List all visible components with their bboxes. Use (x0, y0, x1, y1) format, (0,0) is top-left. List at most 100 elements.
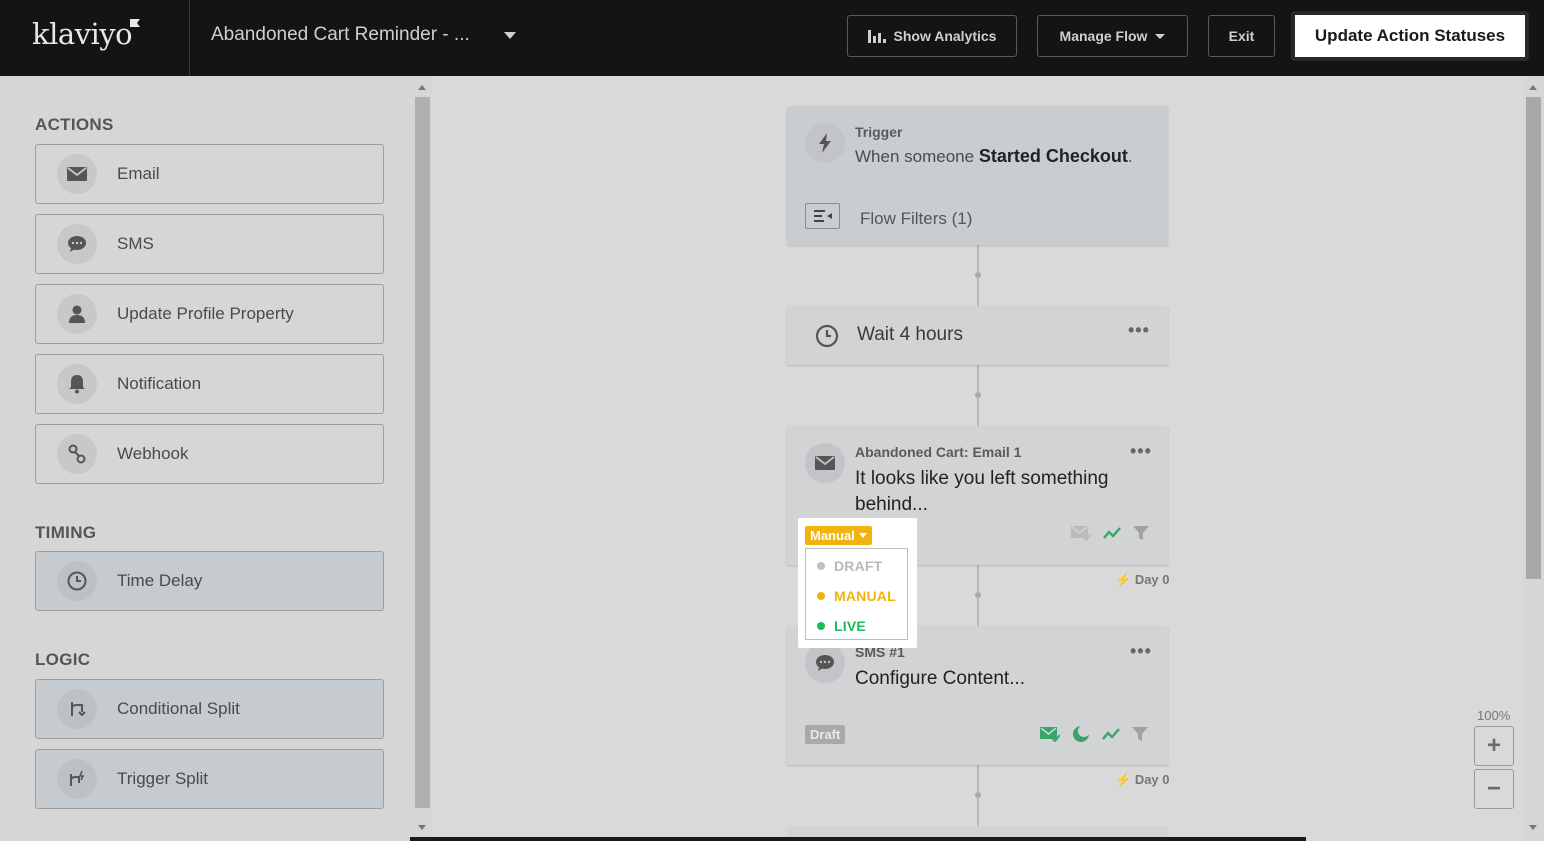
status-dropdown-popup: Manual DRAFT MANUAL LIVE (798, 518, 917, 648)
email-day-label: ⚡ Day 0 (1115, 572, 1170, 587)
email-status-icons (1071, 525, 1149, 546)
sidebar-item-label: Notification (117, 374, 202, 393)
chat-bubble-icon (805, 643, 845, 683)
person-icon (57, 294, 97, 334)
bell-icon (57, 364, 97, 404)
status-option-live[interactable]: LIVE (817, 618, 866, 634)
sms-day-label: ⚡ Day 0 (1115, 772, 1170, 787)
status-option-label: MANUAL (834, 588, 896, 604)
trigger-event: Started Checkout (978, 146, 1128, 166)
sms-status-icons (1040, 725, 1148, 748)
chevron-down-icon (1155, 33, 1166, 39)
sidebar-item-label: Conditional Split (117, 699, 240, 718)
connector-dot (975, 272, 981, 278)
email-node-title: It looks like you left something behind.… (855, 468, 1109, 515)
quiet-hours-icon[interactable] (1072, 725, 1090, 748)
flow-filter-icon[interactable] (805, 203, 840, 229)
chevron-down-icon (858, 533, 867, 538)
flow-filters-link[interactable]: Flow Filters (1) (860, 209, 972, 229)
trigger-text-suffix: . (1127, 147, 1133, 166)
filter-icon[interactable] (1132, 726, 1148, 747)
show-analytics-label: Show Analytics (893, 28, 997, 44)
sidebar-item-update-profile-property[interactable]: Update Profile Property (35, 284, 384, 344)
chat-bubble-icon (57, 224, 97, 264)
sidebar-item-sms[interactable]: SMS (35, 214, 384, 274)
sidebar-item-label: SMS (117, 234, 154, 253)
status-options-menu: DRAFT MANUAL LIVE (805, 548, 908, 640)
scroll-down-arrow-icon[interactable] (418, 825, 426, 830)
status-option-label: DRAFT (834, 558, 883, 574)
tracking-icon[interactable] (1103, 526, 1121, 545)
clock-icon (815, 324, 839, 353)
trigger-node[interactable]: Trigger When someone Started Checkout. F… (787, 106, 1168, 245)
sidebar-item-label: Update Profile Property (117, 304, 294, 323)
envelope-icon (57, 154, 97, 194)
flow-name-caret-icon[interactable] (504, 32, 516, 39)
trigger-description: When someone Started Checkout. (855, 146, 1133, 167)
smart-sending-icon[interactable] (1071, 525, 1092, 546)
scroll-up-arrow-icon[interactable] (1529, 85, 1537, 90)
lightning-icon (805, 123, 845, 163)
webhook-icon (57, 434, 97, 474)
zoom-in-button[interactable]: + (1474, 726, 1514, 766)
horizontal-scrollbar[interactable] (410, 837, 1306, 841)
sidebar-item-trigger-split[interactable]: Trigger Split (35, 749, 384, 809)
manage-flow-label: Manage Flow (1059, 28, 1148, 44)
header-divider (189, 0, 190, 76)
sidebar-item-label: Email (117, 164, 160, 183)
scroll-down-arrow-icon[interactable] (1529, 825, 1537, 830)
logic-section-title: LOGIC (35, 650, 91, 669)
sms-day-value: Day 0 (1134, 772, 1170, 787)
sidebar-item-webhook[interactable]: Webhook (35, 424, 384, 484)
logo-flag-icon (130, 19, 140, 27)
connector-dot (975, 392, 981, 398)
filter-icon[interactable] (1133, 525, 1149, 546)
klaviyo-logo[interactable]: klaviyo (32, 17, 133, 51)
more-options-icon[interactable]: ••• (1128, 320, 1150, 341)
actions-section-title: ACTIONS (35, 115, 114, 134)
exit-label: Exit (1228, 28, 1255, 44)
sidebar-item-notification[interactable]: Notification (35, 354, 384, 414)
draft-dot-icon (817, 562, 825, 570)
canvas-scrollbar-thumb[interactable] (1526, 97, 1541, 579)
trigger-label: Trigger (855, 124, 903, 140)
scroll-up-arrow-icon[interactable] (418, 85, 426, 90)
update-action-statuses-button[interactable]: Update Action Statuses (1291, 11, 1529, 61)
connector-dot (975, 792, 981, 798)
sms-node-title: Configure Content... (855, 668, 1026, 689)
top-bar: klaviyo Abandoned Cart Reminder - ... Sh… (0, 0, 1544, 76)
wait-label: Wait 4 hours (857, 324, 963, 345)
show-analytics-button[interactable]: Show Analytics (847, 15, 1017, 57)
live-dot-icon (817, 622, 825, 630)
flow-name[interactable]: Abandoned Cart Reminder - ... (211, 24, 470, 46)
manage-flow-button[interactable]: Manage Flow (1037, 15, 1188, 57)
sidebar-item-label: Time Delay (117, 571, 203, 590)
zoom-level: 100% (1477, 708, 1511, 723)
email-node-label: Abandoned Cart: Email 1 (855, 444, 1022, 460)
sidebar-item-label: Trigger Split (117, 769, 209, 788)
sidebar-item-label: Webhook (117, 444, 189, 463)
wait-node[interactable]: Wait 4 hours ••• (787, 306, 1168, 365)
sidebar-scrollbar-thumb[interactable] (415, 97, 430, 808)
sidebar-item-conditional-split[interactable]: Conditional Split (35, 679, 384, 739)
email-day-value: Day 0 (1134, 572, 1170, 587)
sidebar-item-time-delay[interactable]: Time Delay (35, 551, 384, 611)
status-select-button[interactable]: Manual (805, 526, 872, 545)
more-options-icon[interactable]: ••• (1130, 441, 1152, 462)
more-options-icon[interactable]: ••• (1130, 641, 1152, 662)
status-option-draft[interactable]: DRAFT (817, 558, 882, 574)
status-option-label: LIVE (834, 618, 866, 634)
sms-status-badge[interactable]: Draft (805, 725, 846, 744)
timing-section-title: TIMING (35, 523, 97, 542)
sidebar-item-email[interactable]: Email (35, 144, 384, 204)
status-option-manual[interactable]: MANUAL (817, 588, 896, 604)
bar-chart-icon (867, 29, 886, 43)
status-current-label: Manual (810, 528, 855, 543)
smart-sending-icon[interactable] (1040, 726, 1061, 747)
tracking-icon[interactable] (1102, 727, 1120, 746)
manual-dot-icon (817, 592, 825, 600)
trigger-text-prefix: When someone (855, 147, 975, 166)
exit-button[interactable]: Exit (1208, 15, 1275, 57)
trigger-split-icon (57, 759, 97, 799)
zoom-out-button[interactable]: − (1474, 769, 1514, 809)
